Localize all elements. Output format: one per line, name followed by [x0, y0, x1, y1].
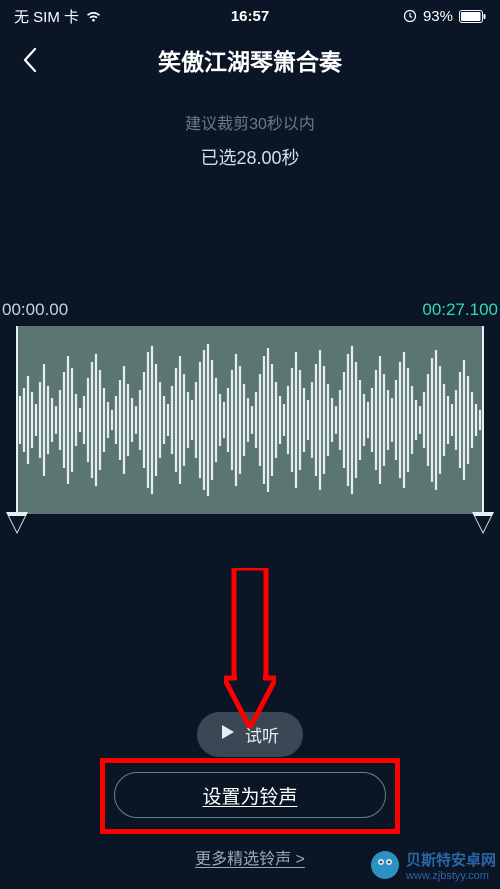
trim-handle-right[interactable]	[482, 326, 484, 514]
sim-text: 无 SIM 卡	[14, 6, 79, 27]
page-title: 笑傲江湖琴箫合奏	[158, 43, 342, 77]
selected-duration: 已选28.00秒	[0, 144, 500, 170]
more-ringtones-label: 更多精选铃声 >	[195, 851, 305, 868]
waveform-area[interactable]	[0, 326, 500, 544]
watermark-url: www.zjbstyy.com	[406, 870, 489, 882]
trim-info: 建议裁剪30秒以内 已选28.00秒	[0, 110, 500, 170]
annotation-arrow-icon	[224, 568, 276, 728]
trim-hint: 建议裁剪30秒以内	[0, 110, 500, 134]
trim-handle-left[interactable]	[16, 326, 18, 514]
waveform-svg	[16, 326, 484, 514]
battery-pct: 93%	[423, 8, 453, 25]
orientation-lock-icon	[403, 9, 417, 23]
wifi-icon	[85, 10, 102, 23]
status-left: 无 SIM 卡	[14, 6, 102, 27]
battery-icon	[459, 10, 486, 23]
back-button[interactable]	[16, 46, 44, 74]
status-bar: 无 SIM 卡 16:57 93%	[0, 0, 500, 32]
annotation-highlight-box	[100, 758, 400, 834]
status-right: 93%	[403, 8, 486, 25]
watermark: 贝斯特安卓网 www.zjbstyy.com	[370, 850, 496, 885]
time-end: 00:27.100	[422, 300, 498, 320]
more-ringtones-link[interactable]: 更多精选铃声 >	[195, 845, 305, 869]
status-time: 16:57	[231, 8, 269, 25]
header: 笑傲江湖琴箫合奏	[0, 32, 500, 88]
time-start: 00:00.00	[2, 300, 68, 320]
watermark-logo-icon	[370, 850, 400, 885]
timeline-row: 00:00.00 00:27.100	[0, 300, 500, 320]
waveform[interactable]	[16, 326, 484, 514]
watermark-name: 贝斯特安卓网	[406, 853, 496, 870]
